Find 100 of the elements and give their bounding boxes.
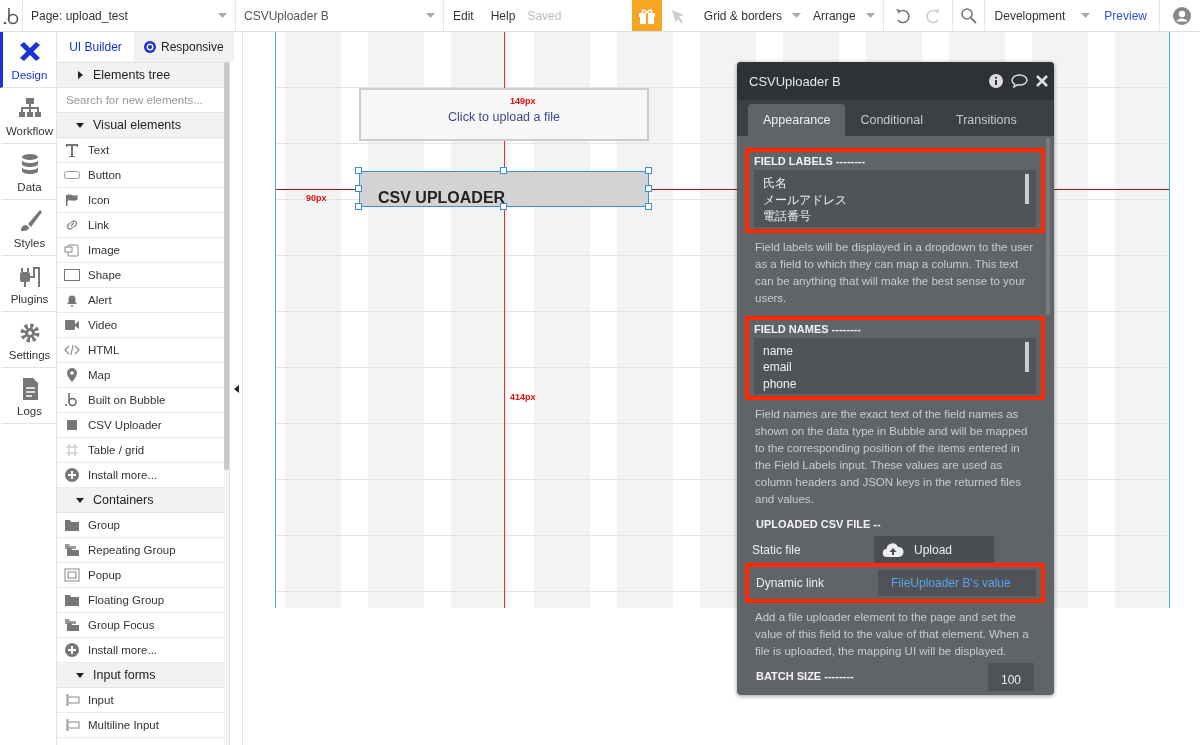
folder-icon	[64, 592, 80, 608]
collapse-arrow-icon[interactable]	[233, 384, 239, 393]
measurement-label: 414px	[510, 392, 536, 402]
input-icon	[64, 717, 80, 733]
logo-icon	[64, 392, 80, 408]
section-header[interactable]: Containers	[57, 488, 225, 513]
undo-icon[interactable]	[893, 6, 912, 25]
batch-size-field[interactable]: 100	[988, 663, 1034, 691]
element-label: Text	[88, 144, 110, 156]
cloud-upload-icon	[882, 541, 904, 558]
element-dropdown[interactable]: CSVUploader B	[236, 0, 444, 31]
builder-tab[interactable]: Responsive	[134, 32, 234, 62]
field-label: Static file	[751, 542, 802, 557]
section-header[interactable]: Input forms	[57, 663, 225, 688]
avatar-icon[interactable]	[1173, 6, 1191, 25]
resize-handle[interactable]	[645, 203, 652, 210]
help-text: Field names are the exact text of the field names as shown on the data type in Bubble and will be mapped to the corresponding position of the items entered in the Field Labels input. These values are used as column headers and JSON keys in the returned files and values.	[754, 407, 1029, 507]
element-label: Group Focus	[88, 619, 155, 631]
element-label: Shape	[88, 269, 122, 281]
save-status: Saved	[527, 8, 562, 23]
resize-handle[interactable]	[500, 203, 507, 210]
nav-label: Data	[17, 180, 42, 193]
caret-icon	[218, 13, 227, 18]
section-title: Containers	[93, 493, 154, 507]
field-heading: FIELD NAMES --------	[754, 321, 862, 337]
elements-tree-header[interactable]: Elements tree	[57, 63, 225, 88]
element-label: Floating Group	[88, 594, 165, 606]
logo-icon[interactable]	[3, 5, 19, 26]
page-dropdown[interactable]: Page: upload_test	[23, 0, 236, 31]
panel-tab[interactable]: Appearance	[748, 104, 846, 136]
element-label: Button	[88, 169, 122, 181]
element-label: CSV Uploader	[88, 419, 162, 431]
element-label: Icon	[88, 194, 110, 206]
section-title: Input forms	[93, 668, 156, 682]
caret-icon	[791, 13, 801, 18]
nav-label: Design	[11, 68, 48, 81]
nav-tab[interactable]: Data	[0, 144, 56, 200]
nav-tab[interactable]: Styles	[0, 200, 56, 256]
nav-label: Styles	[13, 236, 46, 249]
field-label: Dynamic link	[755, 576, 825, 590]
element-label: Video	[88, 319, 118, 331]
nav-tab[interactable]: Plugins	[0, 256, 56, 312]
element-label: Built on Bubble	[88, 394, 166, 406]
caret-icon	[1081, 13, 1091, 18]
preview-link[interactable]: Preview	[1098, 8, 1159, 23]
nav-label: Settings	[8, 348, 51, 361]
element-label: Map	[88, 369, 111, 381]
panel-tab[interactable]: Transitions	[937, 104, 1032, 136]
input-icon	[64, 692, 80, 708]
popup-icon	[64, 567, 80, 583]
panel-title: CSVUploader B	[749, 73, 842, 89]
element-label: Popup	[88, 569, 122, 581]
scrollbar-thumb[interactable]	[1025, 174, 1029, 204]
multiline-field[interactable]: name email phone	[754, 337, 1036, 394]
nav-tab[interactable]: Workflow	[0, 88, 56, 144]
element-label: Install more...	[88, 469, 158, 481]
csv-uploader-element[interactable]: CSV UPLOADER	[359, 171, 649, 207]
gift-button[interactable]	[631, 0, 662, 31]
rectangle-icon	[64, 267, 80, 283]
field-heading: UPLOADED CSV FILE --	[755, 517, 882, 532]
folders-icon	[64, 617, 80, 633]
scrollbar-thumb[interactable]	[1046, 138, 1050, 315]
resize-handle[interactable]	[355, 167, 362, 174]
menu-item[interactable]: Help	[481, 0, 524, 31]
folders-icon	[64, 542, 80, 558]
arrange-dropdown[interactable]: Arrange	[806, 0, 884, 31]
section-header[interactable]: Visual elements	[57, 113, 225, 138]
nav-tab[interactable]: Settings	[0, 312, 56, 368]
menu-item[interactable]: Edit	[444, 0, 482, 31]
comment-icon[interactable]	[1011, 74, 1028, 88]
resize-handle[interactable]	[355, 203, 362, 210]
search-icon[interactable]	[959, 7, 977, 24]
nav-label: Logs	[17, 404, 42, 417]
environment-dropdown[interactable]: Development	[984, 0, 1099, 31]
multiline-field[interactable]: 氏名 メールアドレス 電話番号	[754, 170, 1036, 227]
info-icon[interactable]	[989, 74, 1003, 88]
scrollbar-thumb[interactable]	[224, 62, 229, 470]
flag-icon	[64, 192, 80, 208]
upload-button[interactable]: Upload	[874, 536, 994, 563]
nav-tab[interactable]: Logs	[0, 368, 56, 424]
element-label: Table / grid	[88, 444, 145, 456]
link-icon	[64, 217, 80, 233]
folder-icon	[64, 517, 80, 533]
element-label: Alert	[88, 294, 112, 306]
plus-icon	[64, 467, 80, 483]
resize-handle[interactable]	[500, 167, 507, 174]
close-icon[interactable]	[1036, 75, 1048, 87]
map-pin-icon	[64, 367, 80, 383]
resize-handle[interactable]	[645, 185, 652, 192]
scrollbar-thumb[interactable]	[1025, 341, 1029, 372]
element-label: Repeating Group	[88, 544, 176, 556]
resize-handle[interactable]	[355, 185, 362, 192]
image-icon	[64, 242, 80, 258]
nav-label: Workflow	[5, 124, 54, 137]
tab-label: UI Builder	[69, 40, 122, 54]
grid-icon	[64, 442, 80, 458]
grid-borders-dropdown[interactable]: Grid & borders	[697, 0, 807, 31]
measurement-label: 90px	[306, 193, 327, 203]
panel-tab[interactable]: Conditional	[845, 104, 938, 136]
resize-handle[interactable]	[645, 167, 652, 174]
